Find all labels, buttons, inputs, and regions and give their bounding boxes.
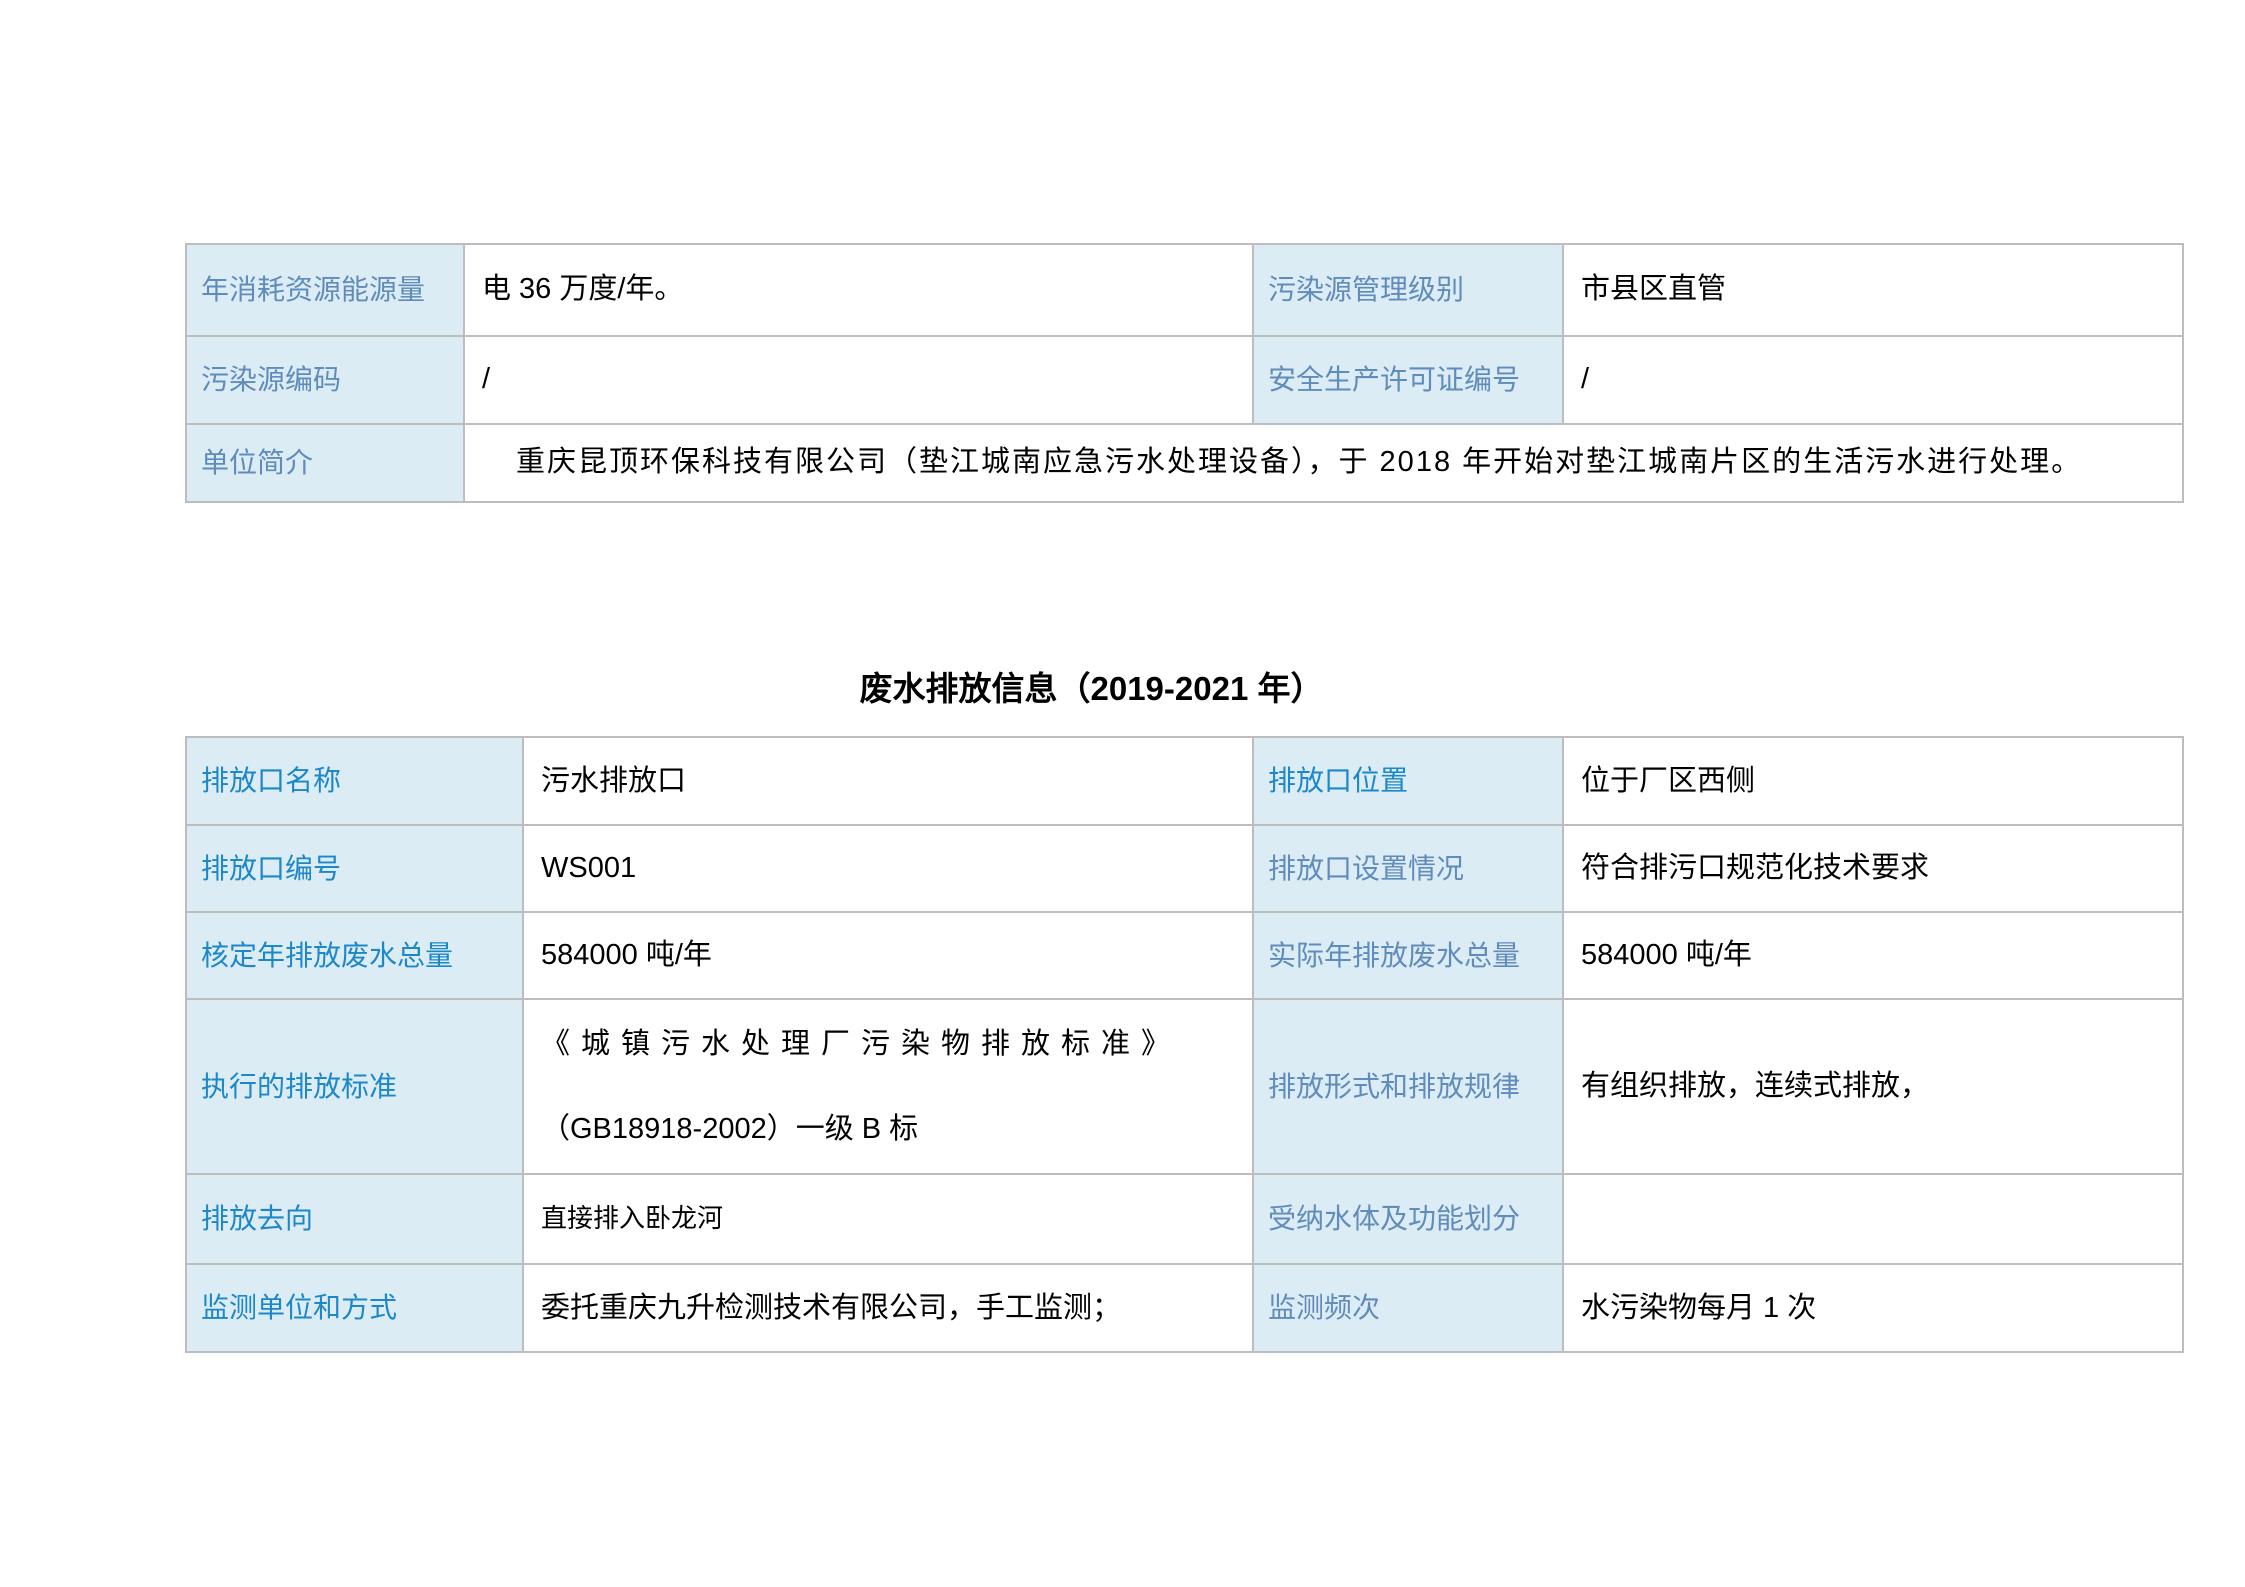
discharge-standard-line2: （GB18918-2002）一级 B 标 — [541, 1110, 1238, 1149]
label-company-profile: 单位简介 — [186, 424, 464, 502]
label-outlet-number: 排放口编号 — [186, 825, 523, 912]
enterprise-info-table: 年消耗资源能源量 电 36 万度/年。 污染源管理级别 市县区直管 污染源编码 … — [185, 243, 2184, 503]
label-actual-annual-discharge: 实际年排放废水总量 — [1253, 912, 1563, 999]
label-discharge-form-and-pattern: 排放形式和排放规律 — [1253, 999, 1563, 1174]
value-discharge-standard: 《城镇污水处理厂污染物排放标准》 （GB18918-2002）一级 B 标 — [523, 999, 1253, 1174]
label-outlet-name: 排放口名称 — [186, 737, 523, 825]
value-actual-annual-discharge: 584000 吨/年 — [1563, 912, 2183, 999]
label-receiving-water-body: 受纳水体及功能划分 — [1253, 1174, 1563, 1264]
label-outlet-setup-status: 排放口设置情况 — [1253, 825, 1563, 912]
value-discharge-destination: 直接排入卧龙河 — [523, 1174, 1253, 1264]
value-outlet-setup-status: 符合排污口规范化技术要求 — [1563, 825, 2183, 912]
value-safety-production-license-no: / — [1563, 336, 2183, 424]
value-receiving-water-body — [1563, 1174, 2183, 1264]
table-row: 污染源编码 / 安全生产许可证编号 / — [186, 336, 2183, 424]
table-row: 核定年排放废水总量 584000 吨/年 实际年排放废水总量 584000 吨/… — [186, 912, 2183, 999]
value-outlet-location: 位于厂区西侧 — [1563, 737, 2183, 825]
table-row: 单位简介 重庆昆顶环保科技有限公司（垫江城南应急污水处理设备），于 2018 年… — [186, 424, 2183, 502]
label-safety-production-license-no: 安全生产许可证编号 — [1253, 336, 1563, 424]
label-pollution-source-management-level: 污染源管理级别 — [1253, 244, 1563, 336]
table-row: 排放去向 直接排入卧龙河 受纳水体及功能划分 — [186, 1174, 2183, 1264]
value-annual-energy-consumption: 电 36 万度/年。 — [464, 244, 1253, 336]
table-row: 监测单位和方式 委托重庆九升检测技术有限公司，手工监测； 监测频次 水污染物每月… — [186, 1264, 2183, 1352]
table-row: 执行的排放标准 《城镇污水处理厂污染物排放标准》 （GB18918-2002）一… — [186, 999, 2183, 1174]
value-outlet-number: WS001 — [523, 825, 1253, 912]
value-pollution-source-management-level: 市县区直管 — [1563, 244, 2183, 336]
value-monitoring-unit-and-method: 委托重庆九升检测技术有限公司，手工监测； — [523, 1264, 1253, 1352]
value-approved-annual-discharge: 584000 吨/年 — [523, 912, 1253, 999]
label-discharge-destination: 排放去向 — [186, 1174, 523, 1264]
value-company-profile: 重庆昆顶环保科技有限公司（垫江城南应急污水处理设备），于 2018 年开始对垫江… — [464, 424, 2183, 502]
wastewater-discharge-table: 排放口名称 污水排放口 排放口位置 位于厂区西侧 排放口编号 WS001 排放口… — [185, 736, 2184, 1353]
label-outlet-location: 排放口位置 — [1253, 737, 1563, 825]
value-monitoring-frequency: 水污染物每月 1 次 — [1563, 1264, 2183, 1352]
label-monitoring-unit-and-method: 监测单位和方式 — [186, 1264, 523, 1352]
table-row: 排放口名称 污水排放口 排放口位置 位于厂区西侧 — [186, 737, 2183, 825]
value-outlet-name: 污水排放口 — [523, 737, 1253, 825]
table-row: 年消耗资源能源量 电 36 万度/年。 污染源管理级别 市县区直管 — [186, 244, 2183, 336]
discharge-standard-line1: 《城镇污水处理厂污染物排放标准》 — [541, 1025, 1238, 1064]
value-pollution-source-code: / — [464, 336, 1253, 424]
label-monitoring-frequency: 监测频次 — [1253, 1264, 1563, 1352]
label-annual-energy-consumption: 年消耗资源能源量 — [186, 244, 464, 336]
label-approved-annual-discharge: 核定年排放废水总量 — [186, 912, 523, 999]
label-discharge-standard: 执行的排放标准 — [186, 999, 523, 1174]
table-row: 排放口编号 WS001 排放口设置情况 符合排污口规范化技术要求 — [186, 825, 2183, 912]
label-pollution-source-code: 污染源编码 — [186, 336, 464, 424]
value-discharge-form-and-pattern: 有组织排放，连续式排放， — [1563, 999, 2183, 1174]
document-content: 年消耗资源能源量 电 36 万度/年。 污染源管理级别 市县区直管 污染源编码 … — [185, 0, 2182, 1353]
section-title-wastewater-discharge: 废水排放信息（2019-2021 年） — [93, 666, 2090, 712]
